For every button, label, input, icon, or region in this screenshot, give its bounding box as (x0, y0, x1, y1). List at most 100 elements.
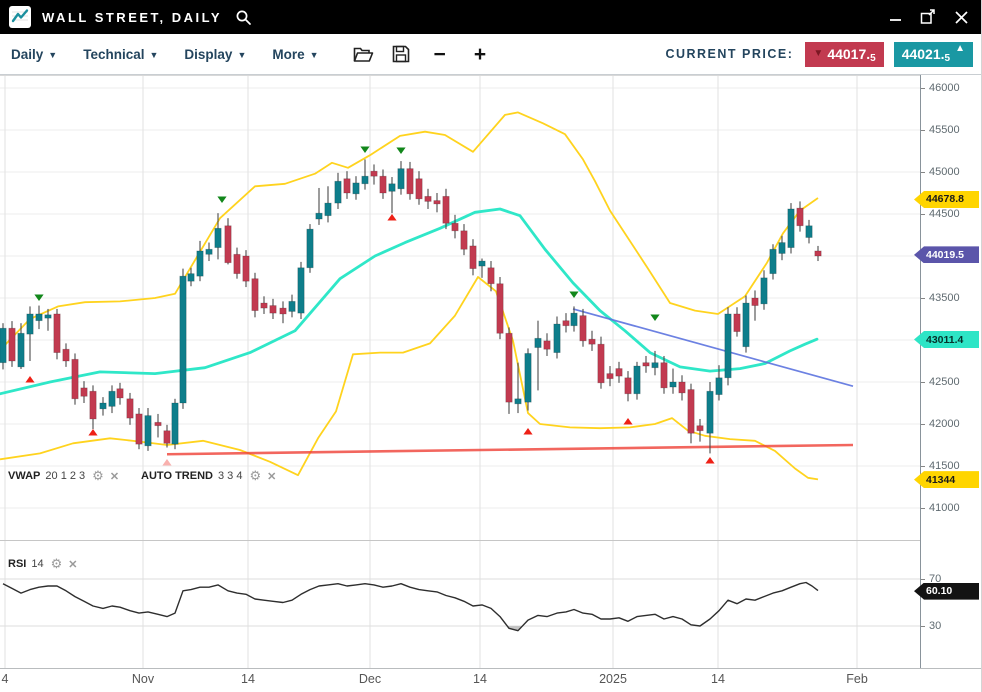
axis-tick-label: 43500 (929, 292, 960, 304)
price-level-badge: 44019.5 (914, 246, 979, 263)
axis-tick (921, 466, 925, 467)
bear-candle (261, 303, 267, 308)
buy-signal-icon (387, 214, 396, 221)
bear-candle (797, 208, 803, 226)
indicator-labels-row: VWAP 20 1 2 3 ⚙ ✕ AUTO TREND 3 3 4 ⚙ ✕ (8, 468, 298, 484)
bear-candle (563, 321, 569, 326)
bear-candle (225, 226, 231, 263)
ask-price-badge: 44021.5▲ (894, 42, 973, 67)
auto-trend-remove-icon[interactable]: ✕ (267, 470, 276, 483)
bull-candle (307, 229, 313, 268)
trading-app-window: WALL STREET, DAILY Daily▼ Technical▼ Dis… (0, 0, 982, 692)
bear-candle (580, 316, 586, 341)
axis-tick (921, 214, 925, 215)
bear-candle (688, 390, 694, 434)
time-axis-label: 14 (711, 672, 725, 686)
candles-layer (0, 159, 821, 453)
buy-signal-icon (523, 428, 532, 435)
time-axis[interactable]: 4Nov14Dec14202514Feb (0, 669, 982, 692)
axis-tick-label: 30 (929, 620, 941, 632)
bear-candle (344, 179, 350, 193)
bid-price-badge: ▼44017.5 (805, 42, 883, 67)
time-axis-label: 2025 (599, 672, 627, 686)
sell-signal-icon (396, 148, 405, 155)
bear-candle (443, 196, 449, 223)
bull-candle (525, 353, 531, 402)
bull-candle (145, 416, 151, 446)
bull-candle (289, 301, 295, 311)
vwap-settings-icon[interactable]: ⚙ (92, 468, 104, 484)
axis-tick (921, 508, 925, 509)
axis-tick-label: 42000 (929, 418, 960, 430)
axis-tick-label: 42500 (929, 376, 960, 388)
bull-candle (335, 181, 341, 203)
bear-candle (452, 223, 458, 231)
rsi-value-badge: 60.10 (914, 583, 979, 600)
search-icon[interactable] (235, 9, 252, 26)
bull-candle (779, 243, 785, 254)
bear-candle (815, 251, 821, 256)
save-layout-icon[interactable] (392, 45, 410, 63)
trend-line-support (167, 445, 853, 454)
zoom-in-button[interactable]: + (474, 44, 486, 65)
bull-candle (535, 338, 541, 347)
chevron-down-icon: ▼ (310, 50, 319, 60)
bear-candle (416, 179, 422, 199)
bear-candle (81, 388, 87, 396)
bull-candle (806, 226, 812, 238)
sell-signal-icon (569, 292, 578, 299)
bear-candle (643, 363, 649, 366)
bull-candle (109, 391, 115, 406)
bear-candle (243, 256, 249, 281)
bull-candle (515, 399, 521, 404)
rsi-grid-layer (0, 541, 920, 668)
bear-candle (127, 399, 133, 418)
axis-tick (921, 130, 925, 131)
rsi-chart-pane[interactable] (0, 541, 920, 668)
bull-candle (188, 274, 194, 282)
auto-trend-settings-icon[interactable]: ⚙ (249, 468, 261, 484)
bear-candle (90, 391, 96, 419)
axis-tick (921, 88, 925, 89)
buy-signal-icon (623, 418, 632, 425)
axis-tick (921, 298, 925, 299)
down-arrow-icon: ▼ (813, 49, 823, 59)
rsi-remove-icon[interactable]: ✕ (68, 558, 77, 571)
rsi-settings-icon[interactable]: ⚙ (51, 556, 63, 572)
axis-tick (921, 172, 925, 173)
vwap-indicator-label: VWAP 20 1 2 3 ⚙ ✕ (8, 468, 119, 484)
price-level-badge: 44678.8 (914, 191, 979, 208)
price-level-badge: 41344 (914, 471, 979, 488)
axis-tick-label: 45000 (929, 166, 960, 178)
bear-candle (117, 389, 123, 398)
bull-candle (100, 403, 106, 409)
bear-candle (136, 414, 142, 444)
menu-display[interactable]: Display▼ (184, 47, 246, 62)
price-axis[interactable]: 4600045500450004450043500425004200041500… (920, 75, 982, 668)
bear-candle (252, 279, 258, 311)
bull-candle (398, 169, 404, 189)
minimize-button[interactable] (889, 10, 903, 24)
menu-technical[interactable]: Technical▼ (83, 47, 158, 62)
bear-candle (497, 284, 503, 334)
close-button[interactable] (954, 10, 969, 25)
bear-candle (9, 328, 15, 361)
vwap-remove-icon[interactable]: ✕ (110, 470, 119, 483)
menu-daily[interactable]: Daily▼ (11, 47, 57, 62)
current-price-area: CURRENT PRICE: ▼44017.5 44021.5▲ (665, 42, 973, 67)
buy-signal-icon (25, 376, 34, 383)
menu-more[interactable]: More▼ (272, 47, 318, 62)
open-layout-icon[interactable] (353, 46, 374, 63)
axis-tick (921, 382, 925, 383)
bear-candle (589, 339, 595, 344)
bear-candle (280, 308, 286, 314)
axis-tick-label: 41000 (929, 502, 960, 514)
zoom-out-button[interactable]: − (434, 44, 446, 65)
bear-candle (461, 231, 467, 249)
popout-window-button[interactable] (920, 9, 937, 25)
toolbar: Daily▼ Technical▼ Display▼ More▼ − + CUR… (0, 34, 981, 75)
bear-candle (72, 359, 78, 398)
bear-candle (63, 349, 69, 361)
bear-candle (425, 196, 431, 201)
bull-candle (27, 314, 33, 334)
